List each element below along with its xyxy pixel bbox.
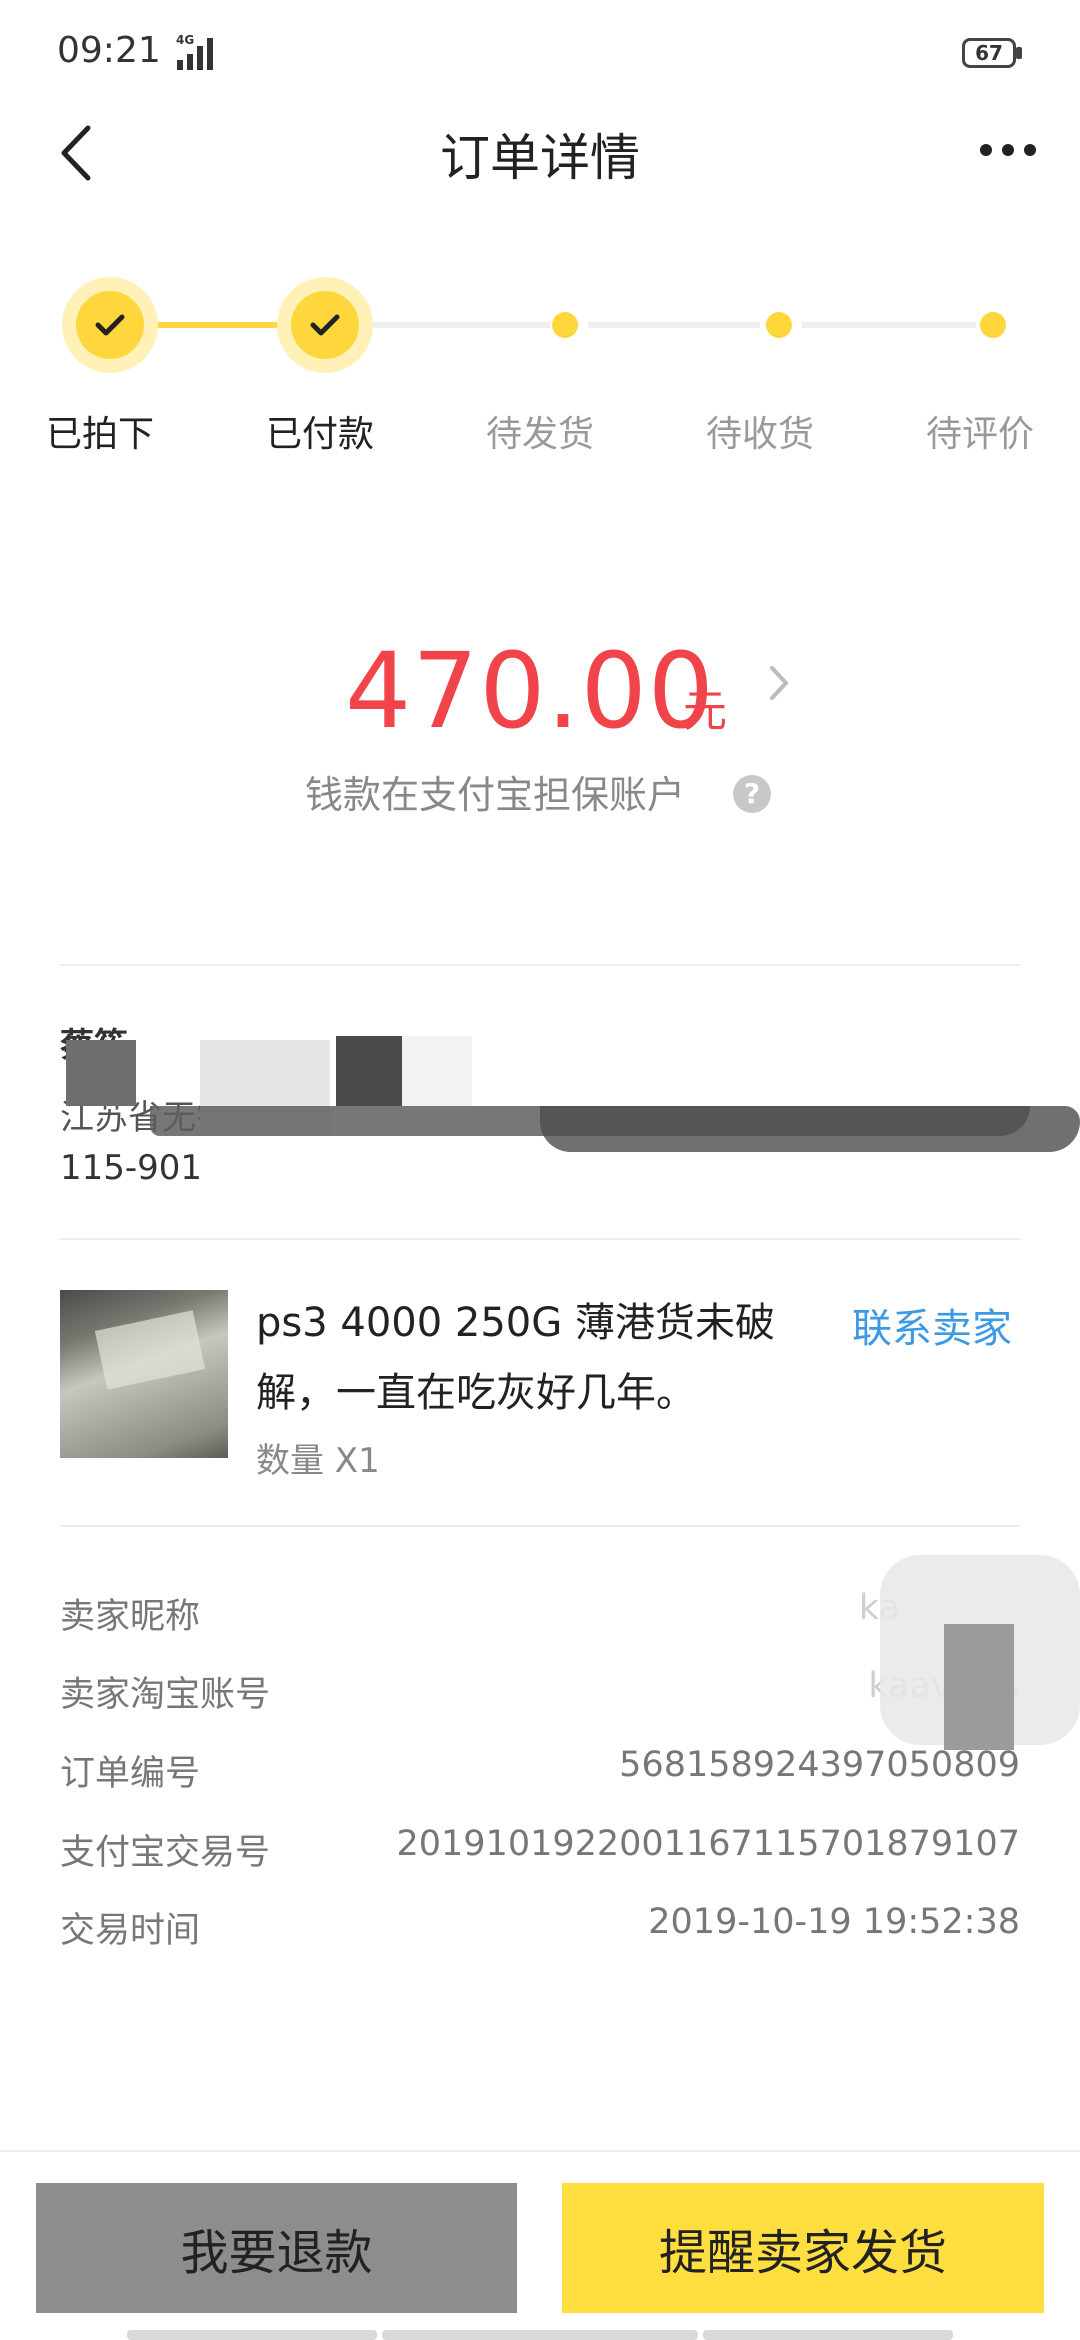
step-pending-dot: [552, 312, 578, 338]
help-icon[interactable]: ?: [733, 775, 771, 813]
contact-seller-link[interactable]: 联系卖家: [852, 1296, 1012, 1354]
refund-button[interactable]: 我要退款: [36, 2183, 517, 2313]
step-pending-dot: [980, 312, 1006, 338]
product-thumbnail[interactable]: [60, 1290, 228, 1458]
alipay-trade-label: 支付宝交易号: [60, 1833, 271, 1873]
signal-icon: [177, 38, 213, 70]
remind-seller-button[interactable]: 提醒卖家发货: [562, 2183, 1044, 2313]
address-line: 115-901: [60, 1148, 203, 1188]
battery-icon: 67: [962, 38, 1016, 68]
order-number-label: 订单编号: [60, 1754, 201, 1794]
product-quantity: 数量 X1: [256, 1441, 380, 1481]
step-label: 待收货: [705, 414, 814, 455]
product-title[interactable]: ps3 4000 250G 薄港货未破解，一直在吃灰好几年。: [256, 1288, 816, 1428]
seller-account-label: 卖家淘宝账号: [60, 1675, 271, 1715]
chevron-right-icon[interactable]: [760, 658, 800, 708]
back-icon[interactable]: [50, 118, 110, 188]
step-label: 已拍下: [45, 414, 154, 455]
trade-time-label: 交易时间: [60, 1911, 201, 1951]
step-label: 已付款: [265, 414, 374, 455]
check-icon: [310, 314, 340, 336]
progress-track: [588, 322, 760, 328]
bottom-divider: [0, 2150, 1080, 2152]
order-number-value: 568158924397050809: [619, 1745, 1020, 1785]
seller-nickname-label: 卖家昵称: [60, 1597, 201, 1637]
divider: [60, 1238, 1020, 1240]
divider: [60, 1525, 1020, 1527]
progress-track: [802, 322, 976, 328]
battery-level: 67: [975, 41, 1003, 65]
page-title: 订单详情: [440, 129, 640, 187]
progress-track-done: [150, 322, 290, 328]
escrow-note: 钱款在支付宝担保账户: [305, 773, 686, 817]
privacy-mosaic: [336, 1036, 402, 1106]
check-icon: [95, 314, 125, 336]
privacy-mosaic: [66, 1040, 136, 1106]
trade-time-value: 2019-10-19 19:52:38: [648, 1902, 1020, 1942]
more-options-icon[interactable]: [980, 135, 1050, 165]
amount-unit: 元: [683, 686, 727, 737]
progress-track: [372, 322, 550, 328]
step-label: 待发货: [485, 414, 594, 455]
gesture-bar: [382, 2330, 698, 2340]
step-done-marker: [277, 277, 373, 373]
step-label: 待评价: [925, 414, 1034, 455]
privacy-mosaic: [944, 1624, 1014, 1750]
gesture-bar: [703, 2330, 953, 2340]
order-amount[interactable]: 470.00: [345, 630, 715, 752]
gesture-bar: [127, 2330, 377, 2340]
status-time: 09:21: [57, 30, 161, 71]
privacy-mosaic: [402, 1036, 472, 1106]
privacy-mosaic: [540, 1106, 1080, 1152]
step-pending-dot: [766, 312, 792, 338]
step-done-marker: [62, 277, 158, 373]
divider: [60, 964, 1020, 966]
alipay-trade-value: 2019101922001167115701879107: [396, 1824, 1020, 1864]
battery-tip: [1016, 47, 1022, 59]
